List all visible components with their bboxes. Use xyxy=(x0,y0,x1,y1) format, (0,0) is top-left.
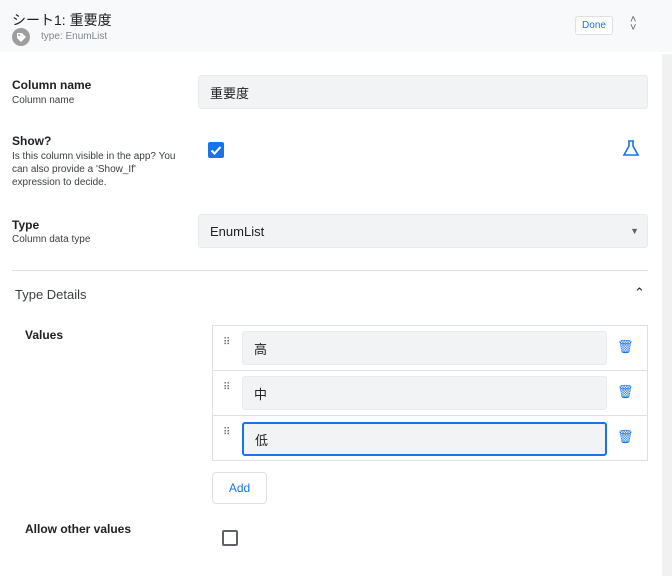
value-row: ⠿ 低 🗑 xyxy=(212,415,648,461)
expand-collapse-icon[interactable]: ˄ ˅ xyxy=(630,15,636,34)
show-label: Show? xyxy=(12,134,52,148)
drag-handle-icon[interactable]: ⠿ xyxy=(223,428,231,438)
column-name-label: Column name xyxy=(12,78,92,92)
divider xyxy=(12,270,648,271)
delete-icon[interactable]: 🗑 xyxy=(617,339,634,355)
drag-handle-icon[interactable]: ⠿ xyxy=(223,383,231,393)
value-input[interactable]: 高 xyxy=(242,331,607,365)
scrollbar[interactable] xyxy=(662,54,672,576)
delete-icon[interactable]: 🗑 xyxy=(617,384,634,400)
add-value-button[interactable]: Add xyxy=(212,472,267,504)
flask-icon[interactable] xyxy=(622,139,640,162)
show-checkbox[interactable] xyxy=(208,142,224,158)
value-input[interactable]: 中 xyxy=(242,376,607,410)
done-button[interactable]: Done xyxy=(575,16,613,35)
value-input[interactable]: 低 xyxy=(242,422,607,456)
type-select-value: EnumList xyxy=(210,223,265,239)
allow-other-values-label: Allow other values xyxy=(25,522,132,536)
type-label: Type xyxy=(12,218,40,232)
chevron-up-icon[interactable]: ⌃ xyxy=(634,285,645,301)
tag-icon xyxy=(12,28,30,46)
values-label: Values xyxy=(25,328,64,342)
type-description: Column data type xyxy=(12,234,91,245)
value-row: ⠿ 高 🗑 xyxy=(212,325,648,371)
column-name-description: Column name xyxy=(12,95,75,106)
allow-other-values-checkbox[interactable] xyxy=(222,530,238,546)
column-type-subtitle: type: EnumList xyxy=(41,31,108,42)
column-name-input[interactable]: 重要度 xyxy=(198,75,648,109)
show-description: Is this column visible in the app? You c… xyxy=(12,151,176,188)
delete-icon[interactable]: 🗑 xyxy=(617,429,634,445)
value-row: ⠿ 中 🗑 xyxy=(212,370,648,416)
drag-handle-icon[interactable]: ⠿ xyxy=(223,338,231,348)
type-details-heading: Type Details xyxy=(15,287,87,302)
dropdown-arrow-icon: ▼ xyxy=(630,226,639,236)
type-select[interactable]: EnumList ▼ xyxy=(198,214,648,248)
page-title: シート1: 重要度 xyxy=(12,12,112,28)
